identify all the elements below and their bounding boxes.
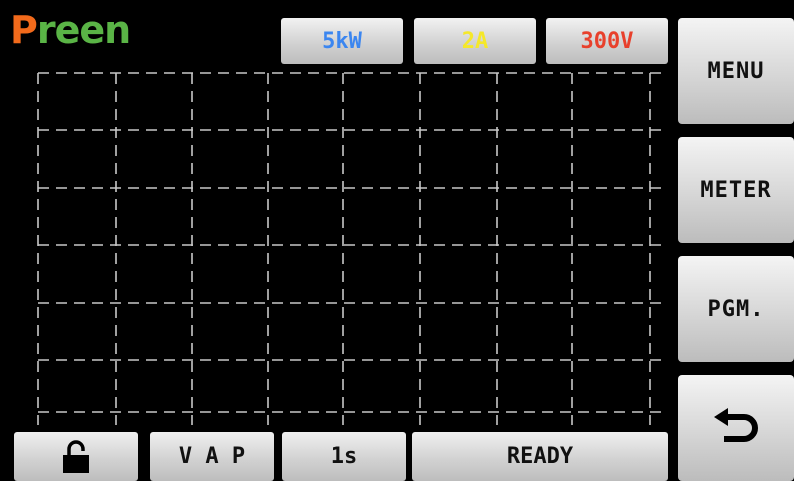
lock-button[interactable] (14, 432, 138, 481)
return-arrow-icon (714, 408, 758, 442)
back-button[interactable] (678, 375, 794, 481)
unlock-padlock-icon (63, 439, 89, 473)
vap-button[interactable]: V A P (150, 432, 274, 481)
waveform-grid (37, 72, 662, 425)
meter-button[interactable]: METER (678, 137, 794, 243)
interval-button[interactable]: 1s (282, 432, 406, 481)
status-display: READY (412, 432, 668, 481)
menu-button[interactable]: MENU (678, 18, 794, 124)
pgm-button[interactable]: PGM. (678, 256, 794, 362)
